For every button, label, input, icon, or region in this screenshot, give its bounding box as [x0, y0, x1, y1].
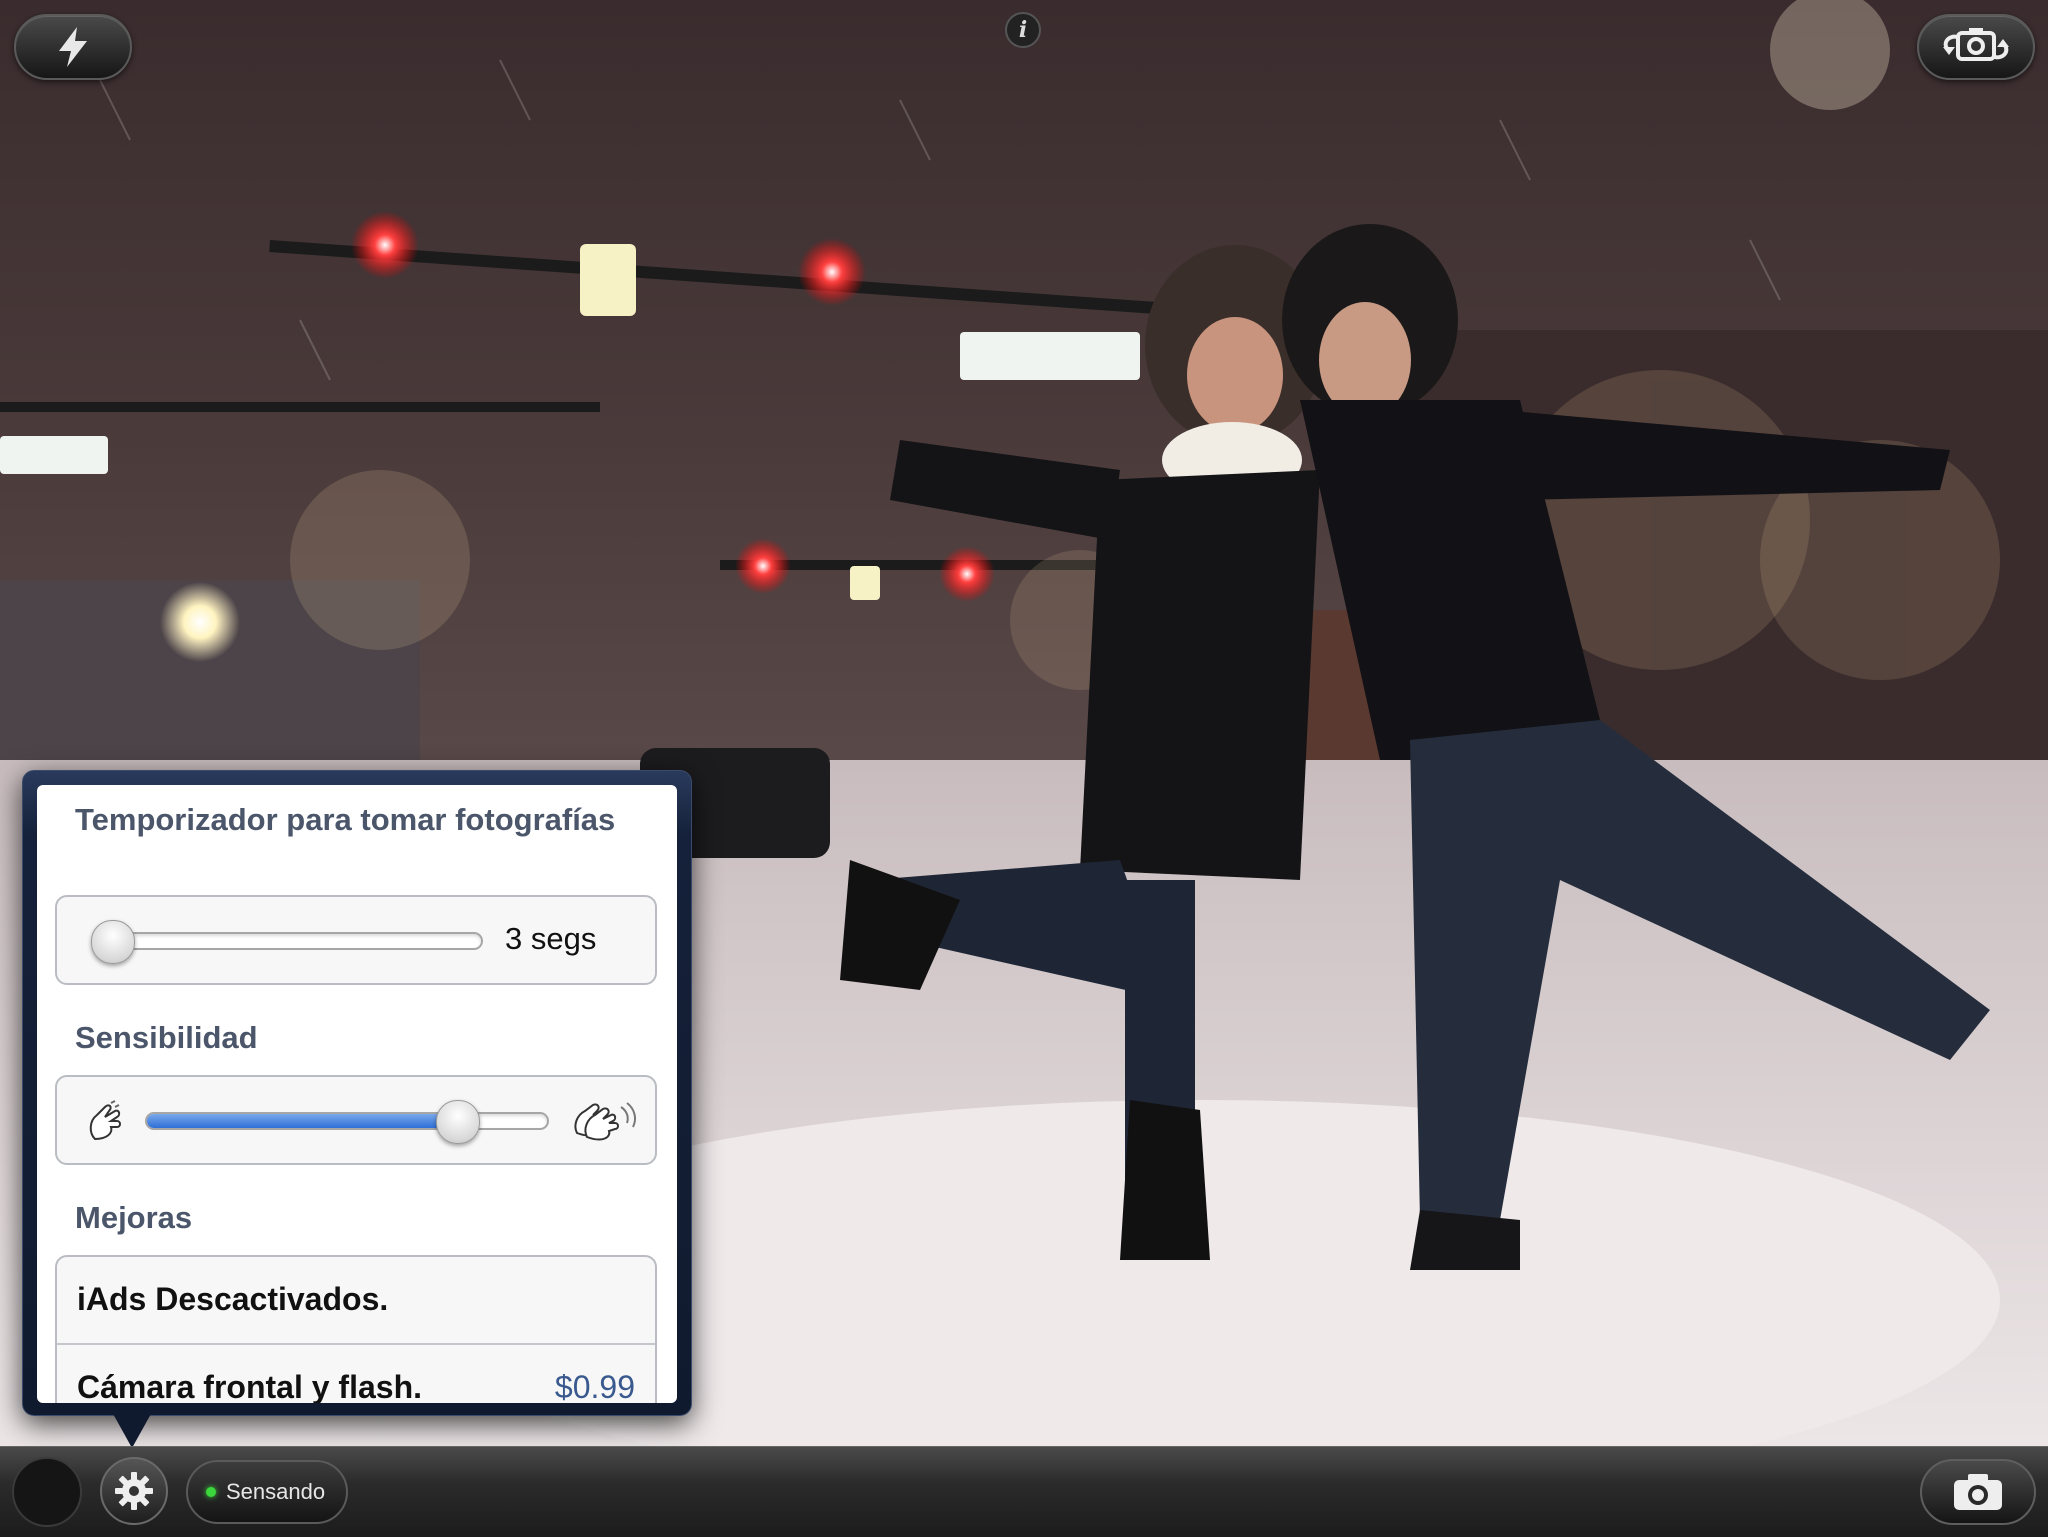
sensitivity-slider-track[interactable] — [145, 1100, 549, 1144]
timer-section-title: Temporizador para tomar fotografías — [75, 802, 616, 837]
lightning-bolt-icon — [59, 27, 87, 67]
settings-panel: Temporizador para tomar fotografías 3 se… — [37, 785, 677, 1403]
last-photo-thumbnail[interactable] — [12, 1457, 82, 1527]
upgrade-item-ads[interactable]: iAds Descactivados. — [57, 1257, 655, 1343]
single-clap-icon — [89, 1100, 121, 1141]
shutter-button[interactable] — [1920, 1459, 2036, 1525]
upgrade-item-label: Cámara frontal y flash. — [77, 1369, 422, 1403]
sensitivity-slider-fill — [147, 1114, 458, 1128]
timer-slider-track[interactable] — [91, 920, 483, 964]
sensitivity-section-title: Sensibilidad — [75, 1020, 258, 1055]
flash-button[interactable] — [14, 14, 132, 80]
settings-button[interactable] — [100, 1457, 168, 1525]
sensing-status[interactable]: Sensando — [186, 1460, 348, 1524]
info-icon: i — [1018, 17, 1028, 43]
bottom-toolbar: Sensando — [0, 1446, 2048, 1537]
gear-icon — [115, 1472, 153, 1510]
settings-popover: Temporizador para tomar fotografías 3 se… — [22, 770, 692, 1416]
upgrades-section-title: Mejoras — [75, 1200, 193, 1235]
popover-arrow — [112, 1412, 152, 1448]
upgrade-item-price[interactable]: $0.99 — [555, 1369, 635, 1403]
camera-flip-icon — [1943, 28, 2009, 61]
upgrades-group: iAds Descactivados. Cámara frontal y fla… — [55, 1255, 657, 1403]
info-button[interactable]: i — [1005, 12, 1041, 48]
timer-value: 3 segs — [505, 921, 597, 956]
status-label: Sensando — [226, 1479, 326, 1504]
timer-group: 3 segs — [55, 895, 657, 985]
flip-camera-button[interactable] — [1917, 14, 2035, 80]
loud-clap-icon — [574, 1102, 636, 1141]
timer-slider-knob[interactable] — [91, 920, 135, 964]
sensitivity-group — [55, 1075, 657, 1165]
upgrade-item-front-camera-flash[interactable]: Cámara frontal y flash. $0.99 — [57, 1345, 655, 1403]
upgrade-item-label: iAds Descactivados. — [77, 1281, 389, 1317]
sensitivity-slider-knob[interactable] — [436, 1100, 480, 1144]
status-indicator-dot — [206, 1487, 216, 1497]
camera-icon — [1954, 1474, 2002, 1510]
